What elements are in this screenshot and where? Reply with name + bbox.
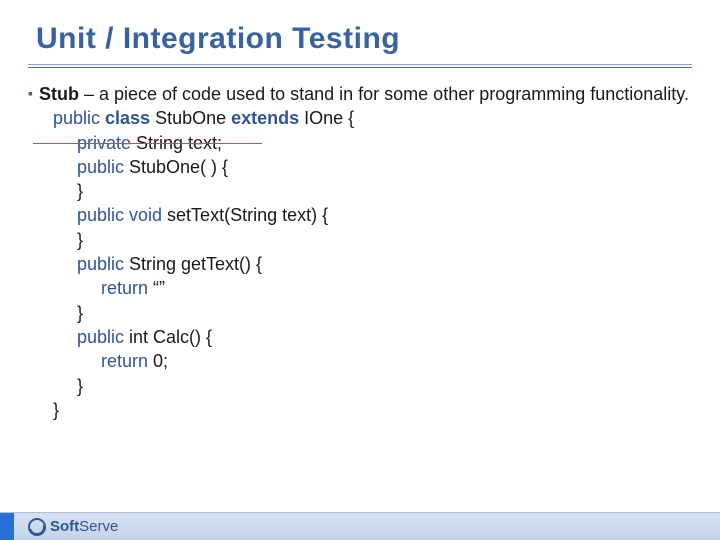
code-line: return “” bbox=[53, 276, 690, 300]
definition-text: Stub – a piece of code used to stand in … bbox=[39, 82, 690, 422]
brand-icon bbox=[28, 518, 46, 536]
title-divider bbox=[28, 64, 692, 68]
bullet-icon: ▪ bbox=[28, 82, 39, 422]
brand-text: SoftServe bbox=[50, 518, 118, 535]
brand-logo: SoftServe bbox=[14, 518, 118, 536]
footer-accent bbox=[0, 513, 14, 540]
term: Stub bbox=[39, 84, 79, 104]
slide-title: Unit / Integration Testing bbox=[0, 0, 720, 64]
code-line: public StubOne( ) { bbox=[53, 155, 690, 179]
code-line: public int Calc() { bbox=[53, 325, 690, 349]
code-line: } bbox=[53, 228, 690, 252]
slide-body: ▪ Stub – a piece of code used to stand i… bbox=[0, 74, 720, 422]
code-line: } bbox=[53, 179, 690, 203]
code-line: } bbox=[53, 374, 690, 398]
code-line: } bbox=[53, 301, 690, 325]
code-line: public void setText(String text) { bbox=[53, 203, 690, 227]
code-line: return 0; bbox=[53, 349, 690, 373]
code-line: } bbox=[53, 398, 690, 422]
code-block: public class StubOne extends IOne { priv… bbox=[39, 106, 690, 422]
code-line: public class StubOne extends IOne { bbox=[53, 106, 690, 130]
footer-bar: SoftServe bbox=[0, 512, 720, 540]
code-line: public String getText() { bbox=[53, 252, 690, 276]
code-line-struck: private String text; bbox=[53, 131, 222, 155]
term-def: – a piece of code used to stand in for s… bbox=[79, 84, 689, 104]
